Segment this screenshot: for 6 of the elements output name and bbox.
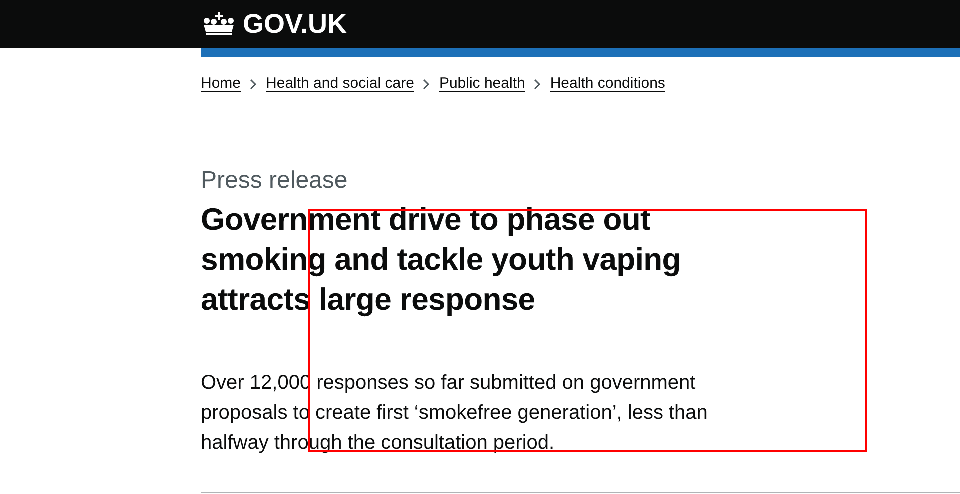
article-type: Press release <box>201 166 349 196</box>
breadcrumb-link[interactable]: Health and social care <box>266 73 414 96</box>
breadcrumb-link[interactable]: Public health <box>439 73 526 96</box>
govuk-logo-link[interactable]: GOV.UK <box>201 10 348 38</box>
breadcrumb-link[interactable]: Home <box>201 73 242 96</box>
breadcrumb-link[interactable]: Health conditions <box>550 73 666 96</box>
